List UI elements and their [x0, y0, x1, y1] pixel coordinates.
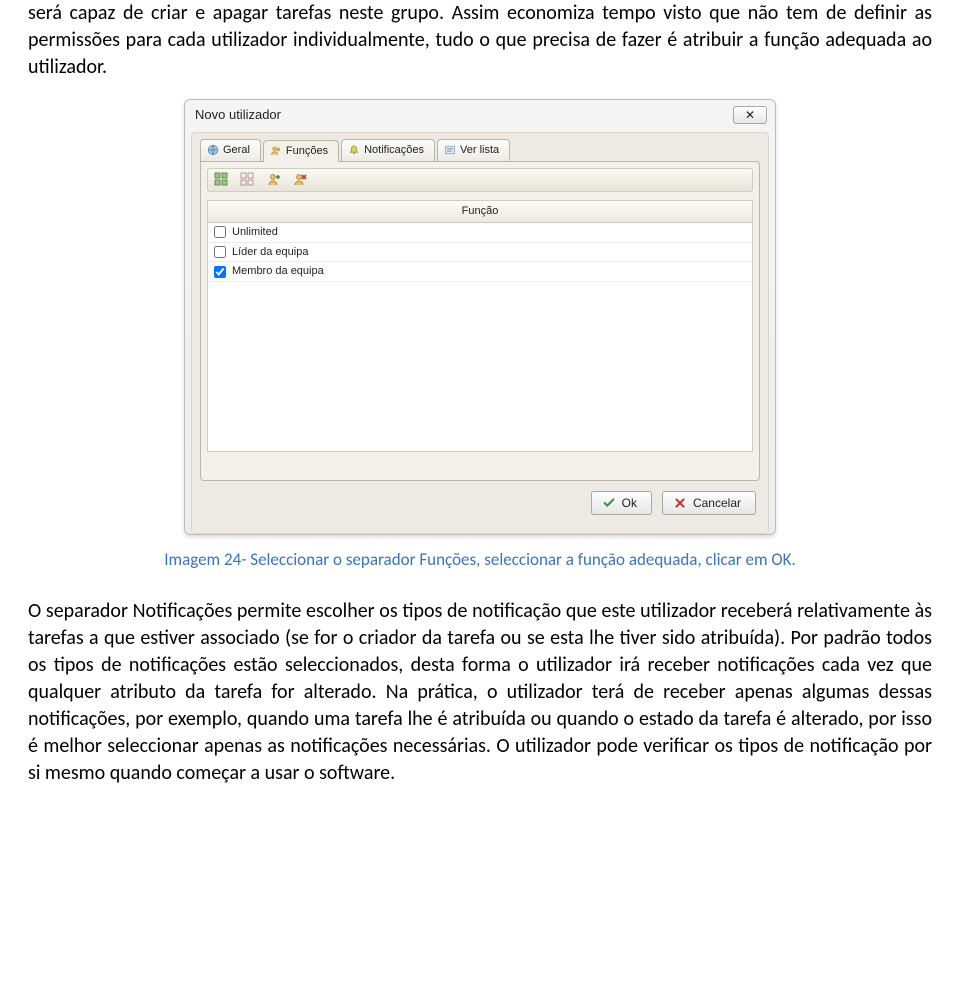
ok-button[interactable]: Ok	[591, 491, 652, 515]
close-icon: ✕	[745, 109, 755, 121]
button-label: Cancelar	[693, 495, 741, 511]
tab-funcoes[interactable]: Funções	[263, 140, 339, 162]
cancel-button[interactable]: Cancelar	[662, 491, 756, 515]
roles-toolbar	[207, 168, 753, 192]
dialog-footer: Ok Cancelar	[196, 481, 764, 525]
role-checkbox[interactable]	[214, 226, 226, 238]
new-user-dialog: Novo utilizador ✕ Geral Funções	[184, 99, 776, 535]
button-label: Ok	[622, 495, 637, 511]
table-header: Função	[208, 201, 752, 223]
tab-label: Funções	[286, 144, 328, 159]
cross-icon	[673, 496, 687, 510]
globe-icon	[207, 144, 219, 156]
role-checkbox[interactable]	[214, 266, 226, 278]
body-paragraph: O separador Notificações permite escolhe…	[28, 598, 932, 787]
tab-strip: Geral Funções Notificações Ver lista	[196, 137, 764, 161]
role-label: Membro da equipa	[232, 264, 324, 279]
bell-icon	[348, 144, 360, 156]
tab-label: Geral	[223, 143, 250, 158]
dialog-titlebar: Novo utilizador ✕	[185, 100, 775, 128]
tab-label: Notificações	[364, 143, 424, 158]
users-icon	[270, 145, 282, 157]
role-label: Unlimited	[232, 225, 278, 240]
add-user-icon[interactable]	[266, 172, 282, 188]
role-label: Líder da equipa	[232, 245, 308, 260]
table-row[interactable]: Membro da equipa	[208, 262, 752, 282]
tab-geral[interactable]: Geral	[200, 139, 261, 161]
grid-check-icon[interactable]	[214, 172, 230, 188]
close-button[interactable]: ✕	[733, 106, 767, 124]
table-row[interactable]: Líder da equipa	[208, 243, 752, 263]
list-icon	[444, 144, 456, 156]
dialog-title: Novo utilizador	[195, 106, 281, 124]
intro-paragraph: será capaz de criar e apagar tarefas nes…	[28, 0, 932, 81]
dialog-body: Geral Funções Notificações Ver lista	[191, 132, 769, 534]
tab-notificacoes[interactable]: Notificações	[341, 139, 435, 161]
tab-panel-funcoes: Função Unlimited Líder da equipa Membro …	[200, 161, 760, 481]
grid-uncheck-icon[interactable]	[240, 172, 256, 188]
roles-table: Função Unlimited Líder da equipa Membro …	[207, 200, 753, 452]
remove-user-icon[interactable]	[292, 172, 308, 188]
figure-caption: Imagem 24- Seleccionar o separador Funçõ…	[28, 549, 932, 572]
check-icon	[602, 496, 616, 510]
table-row[interactable]: Unlimited	[208, 223, 752, 243]
tab-label: Ver lista	[460, 143, 499, 158]
role-checkbox[interactable]	[214, 246, 226, 258]
tab-verlista[interactable]: Ver lista	[437, 139, 510, 161]
